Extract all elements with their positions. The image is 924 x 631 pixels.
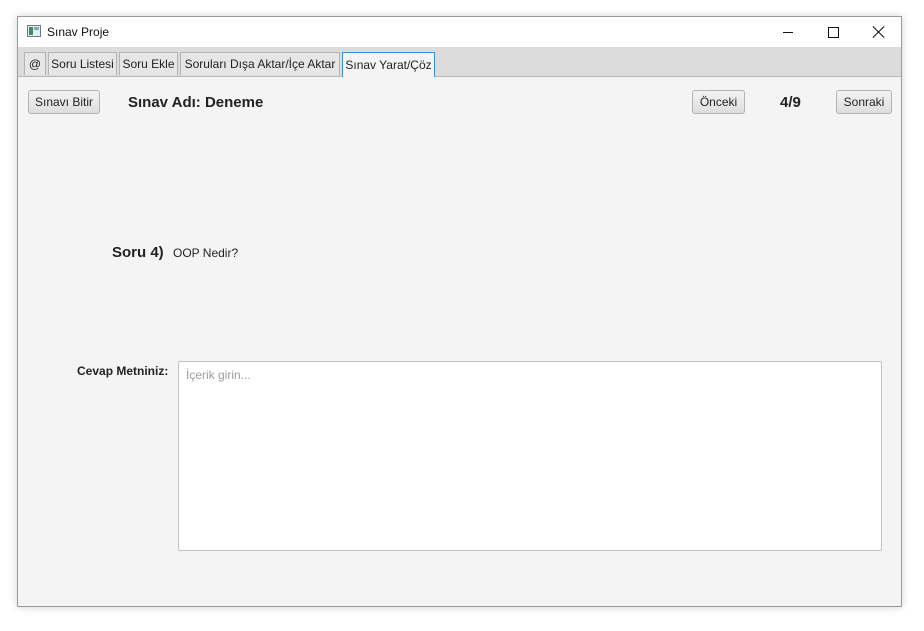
tab-at[interactable]: @	[24, 52, 46, 75]
close-button[interactable]	[856, 17, 901, 47]
exam-panel: Sınavı Bitir Sınav Adı: Deneme Önceki 4/…	[18, 77, 901, 606]
next-button[interactable]: Sonraki	[836, 90, 892, 114]
minimize-button[interactable]	[765, 17, 811, 47]
question-counter: 4/9	[780, 94, 801, 111]
tab-exam-create-solve[interactable]: Sınav Yarat/Çöz	[342, 52, 435, 77]
close-icon	[873, 26, 885, 38]
app-window: Sınav Proje @ Soru Listesi Soru Ekle Sor…	[17, 16, 902, 607]
tab-bar: @ Soru Listesi Soru Ekle Soruları Dışa A…	[18, 47, 901, 77]
answer-textarea[interactable]	[178, 361, 882, 551]
minimize-icon	[783, 31, 793, 33]
title-bar[interactable]: Sınav Proje	[18, 17, 901, 47]
window-title: Sınav Proje	[47, 25, 110, 39]
maximize-button[interactable]	[810, 17, 856, 47]
answer-label: Cevap Metniniz:	[77, 364, 169, 378]
finish-exam-button[interactable]: Sınavı Bitir	[28, 90, 100, 114]
question-text: OOP Nedir?	[173, 246, 239, 260]
tab-soru-listesi[interactable]: Soru Listesi	[48, 52, 117, 75]
previous-button[interactable]: Önceki	[692, 90, 745, 114]
tab-soru-ekle[interactable]: Soru Ekle	[119, 52, 178, 75]
app-icon	[27, 25, 41, 37]
maximize-icon	[827, 26, 839, 38]
tab-import-export[interactable]: Soruları Dışa Aktar/İçe Aktar	[180, 52, 340, 75]
exam-title: Sınav Adı: Deneme	[128, 94, 264, 111]
question-number: Soru 4)	[112, 244, 164, 261]
